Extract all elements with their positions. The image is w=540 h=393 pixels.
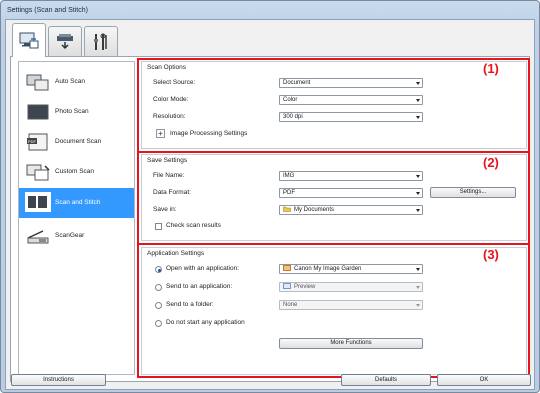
sidebar-item-photo-scan[interactable]: Photo Scan [19,98,134,126]
callout-box-3 [137,243,530,378]
document-scan-icon: PDF [27,133,48,151]
window-title: Settings (Scan and Stitch) [7,7,88,14]
sidebar-item-auto-scan[interactable]: Auto Scan [19,68,134,96]
callout-label-3: (3) [483,247,499,262]
general-settings-icon [94,33,107,50]
custom-scan-icon [26,164,50,181]
defaults-button[interactable]: Defaults [341,374,431,386]
callout-box-2 [137,151,530,245]
dialog-client-area: Auto Scan Photo Scan PDF Document Scan C… [5,19,535,390]
sidebar-item-custom-scan[interactable]: Custom Scan [19,158,134,186]
scan-type-sidebar: Auto Scan Photo Scan PDF Document Scan C… [18,61,135,375]
settings-window: Settings (Scan and Stitch) Auto Scan Pho… [0,0,540,393]
auto-scan-icon [26,74,49,91]
photo-scan-icon [27,104,49,120]
scan-from-computer-icon [19,32,39,48]
tab-scan-from-panel[interactable] [48,26,82,56]
callout-box-1 [137,58,530,153]
scan-and-stitch-icon [25,192,51,212]
tab-panel: Auto Scan Photo Scan PDF Document Scan C… [10,56,530,382]
sidebar-item-document-scan[interactable]: PDF Document Scan [19,128,134,156]
instructions-button[interactable]: Instructions [11,374,106,386]
callout-label-1: (1) [483,61,499,76]
scan-from-panel-icon [57,33,73,49]
scangear-icon [27,230,49,244]
svg-text:PDF: PDF [28,139,37,144]
tab-scan-from-computer[interactable] [12,23,46,57]
sidebar-item-scan-and-stitch[interactable]: Scan and Stitch [19,188,134,218]
tab-general-settings[interactable] [84,26,118,56]
sidebar-item-scangear[interactable]: ScanGear [19,222,134,250]
callout-label-2: (2) [483,155,499,170]
ok-button[interactable]: OK [437,374,531,386]
